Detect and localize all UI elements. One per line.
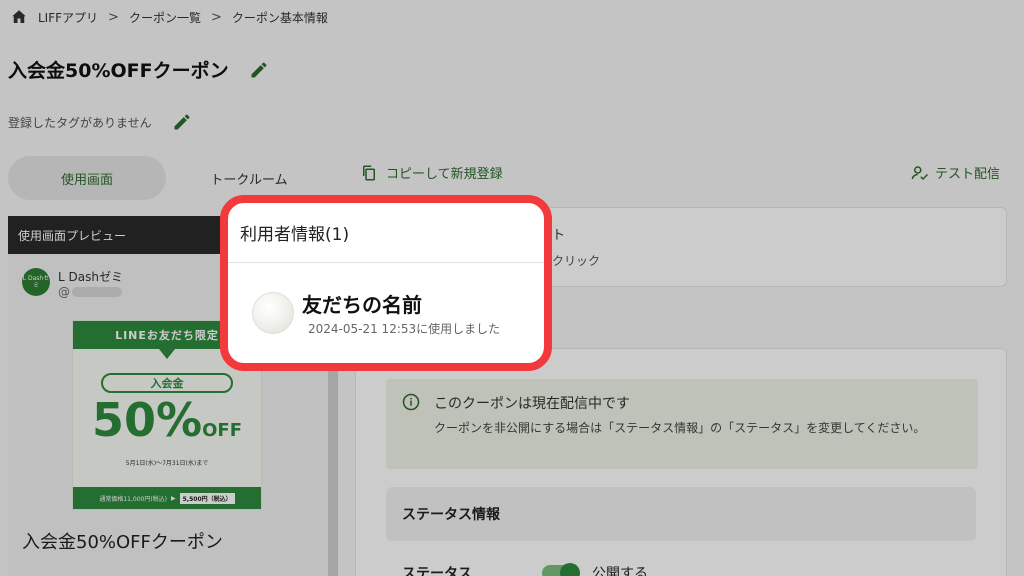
user-info-modal: 利用者情報(1) 友だちの名前 2024-05-21 12:53に使用しました xyxy=(220,195,552,371)
user-avatar xyxy=(252,292,294,334)
user-name: 友だちの名前 xyxy=(302,293,422,317)
user-used-at: 2024-05-21 12:53に使用しました xyxy=(308,322,501,336)
modal-title: 利用者情報(1) xyxy=(228,203,544,263)
user-list-item[interactable]: 友だちの名前 2024-05-21 12:53に使用しました xyxy=(252,289,500,337)
